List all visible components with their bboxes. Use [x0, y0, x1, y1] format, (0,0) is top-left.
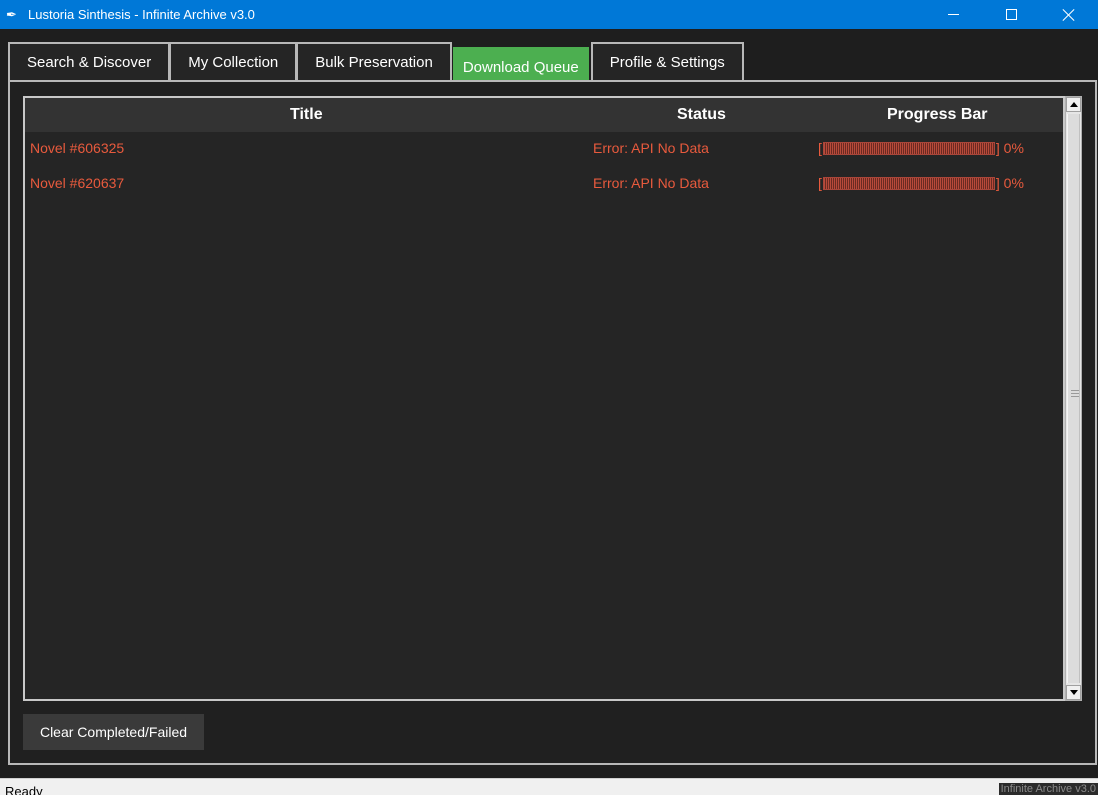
close-icon [1062, 8, 1076, 22]
scroll-thumb[interactable] [1067, 114, 1080, 683]
close-button[interactable] [1040, 0, 1098, 29]
download-queue-table[interactable]: Title Status Progress Bar Novel #606325 … [23, 96, 1065, 701]
tab-label: Download Queue [462, 58, 579, 76]
progress-bar [822, 141, 995, 155]
row-title: Novel #606325 [30, 140, 125, 156]
row-title: Novel #620637 [30, 175, 125, 191]
row-status: Error: API No Data [593, 175, 709, 191]
tab-label: Profile & Settings [609, 54, 725, 71]
column-header-status[interactable]: Status [677, 106, 726, 124]
tab-bulk-preservation[interactable]: Bulk Preservation [296, 42, 452, 81]
maximize-icon [1005, 9, 1017, 20]
row-progress: [ ] 0% [818, 140, 1024, 156]
tab-profile-settings[interactable]: Profile & Settings [590, 42, 744, 81]
status-text: Ready [5, 784, 43, 795]
window-title: Lustoria Sinthesis - Infinite Archive v3… [28, 7, 255, 22]
minimize-icon [947, 14, 959, 15]
scroll-down-button[interactable] [1066, 685, 1081, 700]
arrow-up-icon [1069, 102, 1078, 107]
quill-icon: ✒ [6, 6, 17, 22]
title-bar: ✒ Lustoria Sinthesis - Infinite Archive … [0, 0, 1098, 29]
progress-bar [822, 176, 995, 190]
vertical-scrollbar[interactable] [1065, 96, 1082, 701]
clear-completed-failed-button[interactable]: Clear Completed/Failed [23, 714, 204, 750]
row-progress: [ ] 0% [818, 175, 1024, 191]
scroll-up-button[interactable] [1066, 97, 1081, 112]
progress-percent: ] 0% [995, 175, 1024, 191]
progress-bracket: [ [818, 175, 822, 191]
table-row[interactable]: Novel #606325 Error: API No Data [ ] 0% [25, 132, 1063, 162]
app-window: ✒ Lustoria Sinthesis - Infinite Archive … [0, 0, 1098, 795]
arrow-down-icon [1069, 690, 1078, 695]
window-controls [924, 0, 1098, 29]
progress-percent: ] 0% [995, 140, 1024, 156]
table-header: Title Status Progress Bar [25, 98, 1063, 132]
status-bar: Ready Infinite Archive v3.0 [0, 778, 1098, 795]
tab-label: Bulk Preservation [315, 54, 433, 71]
tab-search-discover[interactable]: Search & Discover [8, 42, 171, 81]
minimize-button[interactable] [924, 0, 982, 29]
tab-label: My Collection [188, 54, 279, 71]
progress-bracket: [ [818, 140, 822, 156]
column-header-progress[interactable]: Progress Bar [887, 106, 988, 124]
maximize-button[interactable] [982, 0, 1040, 29]
tab-my-collection[interactable]: My Collection [169, 42, 298, 81]
column-header-title[interactable]: Title [290, 106, 323, 124]
version-label: Infinite Archive v3.0 [998, 783, 1098, 795]
row-status: Error: API No Data [593, 140, 709, 156]
grip-icon [1071, 390, 1079, 399]
tab-download-queue[interactable]: Download Queue [452, 47, 589, 81]
tab-bar: Search & Discover My Collection Bulk Pre… [8, 41, 744, 81]
table-row[interactable]: Novel #620637 Error: API No Data [ ] 0% [25, 167, 1063, 197]
tab-label: Search & Discover [27, 54, 152, 71]
